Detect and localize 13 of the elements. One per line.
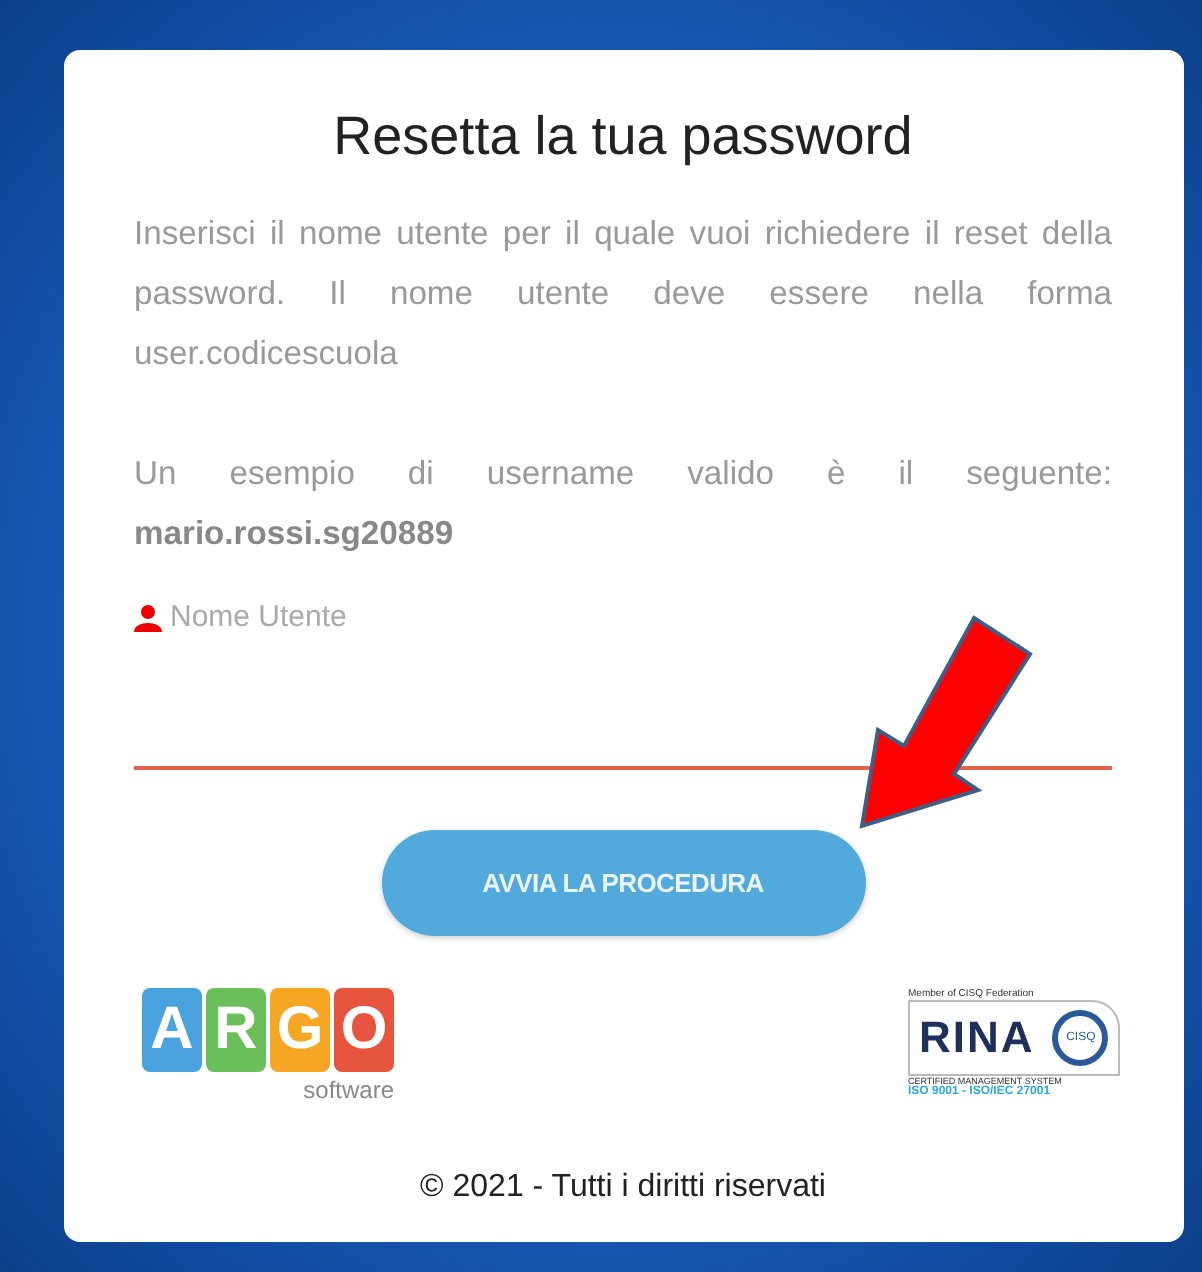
logo-subtitle: software [303,1076,394,1104]
start-procedure-button[interactable]: AVVIA LA PROCEDURA [381,830,865,936]
logo-letter: O [334,988,394,1072]
user-icon [134,603,162,631]
logo-letter: G [270,988,330,1072]
certification-brand: RINA [919,1012,1035,1064]
logo-letter: R [206,988,266,1072]
copyright-text: © 2021 - Tutti i diritti riservati [418,1170,828,1206]
page-title: Resetta la tua password [331,106,915,168]
field-label: Nome Utente [170,600,347,634]
logo-letter: A [142,988,202,1072]
instruction-text: Inserisci il nome utente per il quale vuoi richiedere il reset della password. Il nome utente deve essere nella forma user.codicescuola [134,212,1112,376]
instruction-text: Un esempio di username valido è il seguente: mario.rossi.sg20889 [134,452,1112,556]
